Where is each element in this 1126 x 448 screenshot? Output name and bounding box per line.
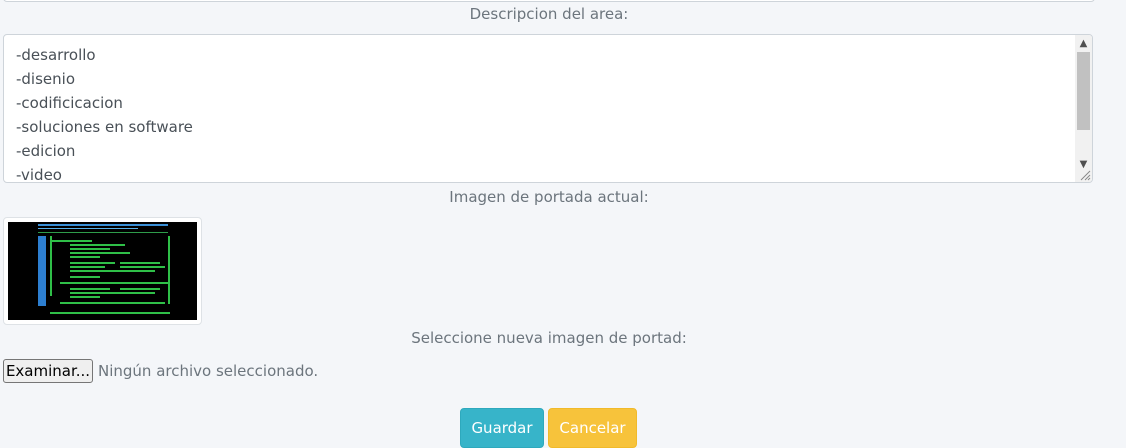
cancel-button[interactable]: Cancelar bbox=[548, 408, 637, 448]
description-line: -codificicacion bbox=[16, 94, 123, 112]
scroll-up-icon[interactable]: ▲ bbox=[1075, 35, 1092, 52]
description-textarea[interactable]: -desarrollo -disenio -codificicacion -so… bbox=[3, 34, 1093, 183]
scrollbar-thumb[interactable] bbox=[1077, 52, 1090, 130]
description-line: -soluciones en software bbox=[16, 118, 193, 136]
description-text: -desarrollo -disenio -codificicacion -so… bbox=[16, 43, 193, 183]
previous-input-field[interactable] bbox=[3, 0, 1095, 2]
cover-image-preview bbox=[8, 222, 197, 320]
save-button[interactable]: Guardar bbox=[460, 408, 544, 448]
description-line: -video bbox=[16, 166, 62, 183]
description-line: -desarrollo bbox=[16, 46, 96, 64]
description-line: -edicion bbox=[16, 142, 76, 160]
current-cover-image bbox=[3, 217, 202, 325]
description-line: -disenio bbox=[16, 70, 75, 88]
file-status-text: Ningún archivo seleccionado. bbox=[98, 362, 319, 380]
current-cover-label: Imagen de portada actual: bbox=[449, 188, 649, 206]
new-cover-label: Seleccione nueva imagen de portad: bbox=[411, 329, 687, 347]
resize-grip-icon[interactable] bbox=[1079, 169, 1091, 181]
browse-button[interactable]: Examinar... bbox=[3, 359, 93, 383]
textarea-scrollbar[interactable]: ▲ ▼ bbox=[1075, 35, 1092, 182]
description-label: Descripcion del area: bbox=[469, 5, 629, 23]
